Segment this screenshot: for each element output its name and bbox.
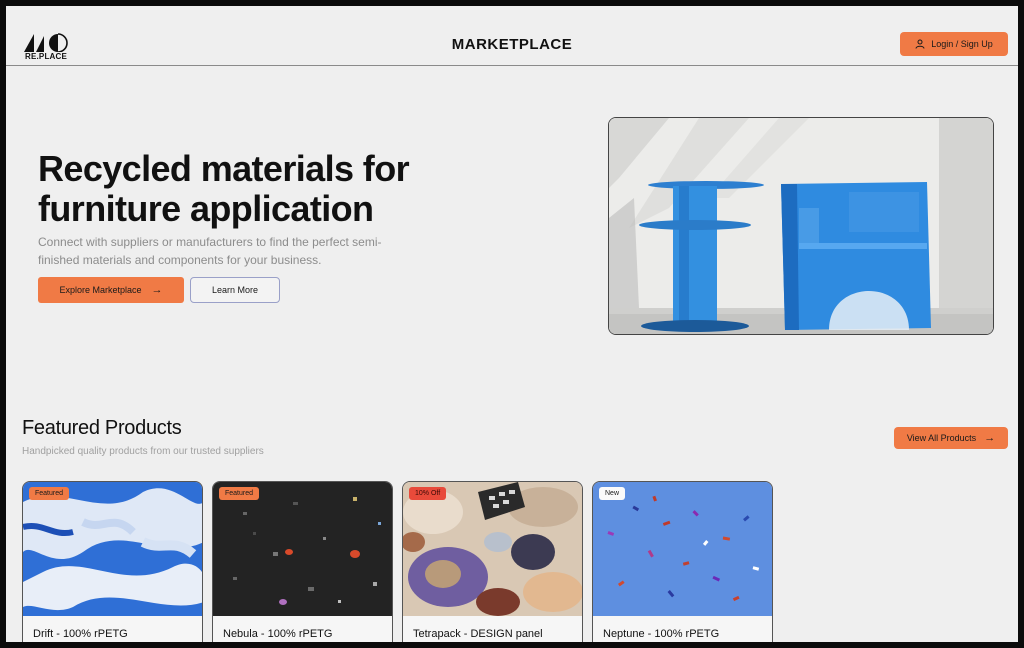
hero-subtitle: Connect with suppliers or manufacturers …	[38, 235, 382, 267]
product-card-nebula[interactable]: Featured Nebula - 100% rPETG	[212, 481, 393, 642]
hero-title: Recycled materials for furniture applica…	[38, 148, 410, 229]
login-label: Login / Sign Up	[931, 39, 993, 49]
view-all-products-button[interactable]: View All Products →	[894, 427, 1008, 449]
product-name: Neptune - 100% rPETG	[603, 628, 720, 640]
app-screen: RE.PLACE MARKETPLACE Login / Sign Up Rec…	[6, 6, 1018, 642]
explore-label: Explore Marketplace	[59, 285, 142, 295]
hero-furniture-image	[608, 117, 994, 335]
product-name: Drift - 100% rPETG	[33, 628, 128, 640]
featured-title: Featured Products	[22, 417, 182, 439]
product-image-nebula	[213, 482, 392, 616]
login-signup-button[interactable]: Login / Sign Up	[900, 32, 1008, 56]
user-icon	[915, 39, 925, 49]
product-card-tetrapack[interactable]: 10% Off Tetrapack - DESIGN panel	[402, 481, 583, 642]
page-title: MARKETPLACE	[451, 36, 573, 53]
top-header: RE.PLACE MARKETPLACE Login / Sign Up	[6, 6, 1018, 66]
explore-marketplace-button[interactable]: Explore Marketplace →	[38, 277, 184, 303]
product-card-neptune[interactable]: New Neptune - 100% rPETG	[592, 481, 773, 642]
product-name: Nebula - 100% rPETG	[223, 628, 333, 640]
product-name: Tetrapack - DESIGN panel	[413, 628, 543, 640]
learn-more-button[interactable]: Learn More	[190, 277, 280, 303]
view-all-label: View All Products	[906, 433, 977, 443]
logo-text: RE.PLACE	[25, 52, 68, 61]
product-badge: Featured	[219, 487, 260, 500]
product-badge: Featured	[29, 487, 70, 500]
arrow-right-icon: →	[151, 284, 163, 296]
product-badge: 10% Off	[409, 487, 447, 500]
product-image-tetrapack	[403, 482, 582, 616]
learn-more-label: Learn More	[211, 285, 259, 295]
product-image-drift	[23, 482, 202, 616]
product-card-drift[interactable]: Featured Drift - 100% rPETG	[22, 481, 203, 642]
product-image-neptune	[593, 482, 772, 616]
product-badge: New	[599, 487, 626, 500]
featured-subtitle: Handpicked quality products from our tru…	[22, 446, 264, 457]
arrow-right-icon: →	[984, 432, 996, 444]
